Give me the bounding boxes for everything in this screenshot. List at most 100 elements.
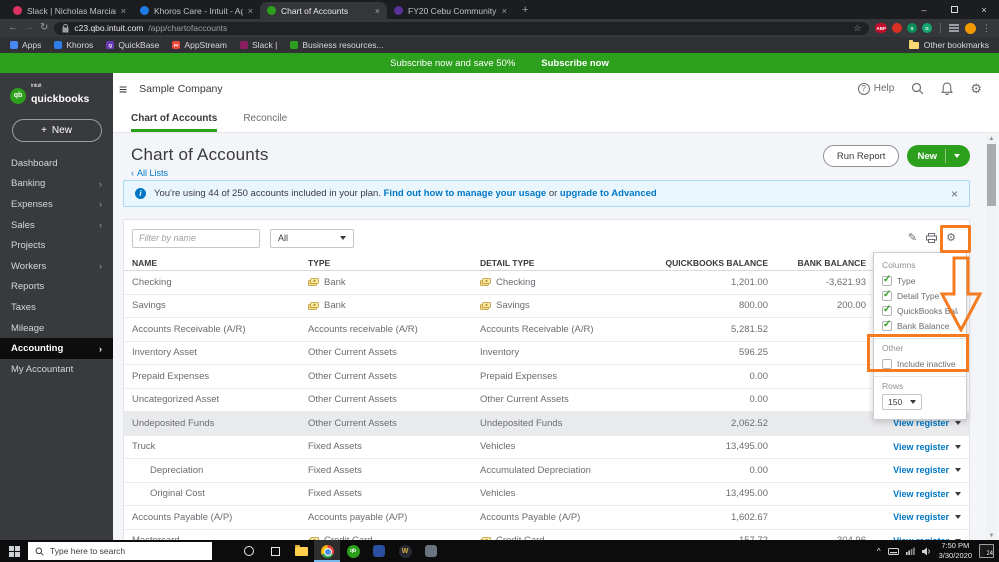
batch-edit-icon[interactable]: ✎ — [908, 232, 917, 244]
sidebar-item[interactable]: Mileage — [0, 318, 113, 339]
scroll-down-arrow[interactable]: ▼ — [989, 532, 995, 540]
bookmark-item[interactable]: Business resources... — [290, 40, 384, 50]
new-transaction-button[interactable]: + New — [11, 119, 102, 142]
action-center-icon[interactable]: 24 — [979, 544, 994, 558]
scroll-up-arrow[interactable]: ▲ — [989, 135, 995, 143]
browser-tab[interactable]: Khoros Care - Intuit - Agent Con × — [133, 2, 260, 19]
tab-close-icon[interactable]: × — [121, 6, 126, 16]
bookmark-star-icon[interactable]: ☆ — [853, 23, 861, 34]
table-row[interactable]: Accounts Receivable (A/R) Accounts recei… — [124, 318, 969, 342]
table-row[interactable]: Original Cost Fixed Assets Vehicles 13,4… — [124, 483, 969, 506]
forward-button[interactable]: → — [24, 23, 34, 33]
chrome-button[interactable] — [314, 540, 340, 562]
other-bookmarks-button[interactable]: Other bookmarks — [908, 39, 989, 50]
table-row[interactable]: Prepaid Expenses Other Current Assets Pr… — [124, 365, 969, 389]
sidebar-item[interactable]: Reports — [0, 277, 113, 298]
page-tab[interactable]: Reconcile — [243, 113, 287, 132]
view-register-link[interactable]: View register — [893, 442, 949, 452]
sidebar-item[interactable]: My Accountant — [0, 359, 113, 380]
discord-button[interactable] — [418, 540, 444, 562]
wow-button[interactable]: W — [392, 540, 418, 562]
type-filter-dropdown[interactable]: All — [270, 228, 354, 248]
window-maximize-button[interactable] — [939, 0, 969, 19]
checkbox[interactable]: ✓ — [882, 274, 892, 286]
column-header-bank-balance[interactable]: BANK BALANCE — [768, 258, 866, 268]
browser-tab[interactable]: Slack | Nicholas Marciano | Intui × — [6, 2, 133, 19]
new-account-button[interactable]: New — [907, 145, 970, 167]
chevron-down-icon[interactable] — [955, 444, 961, 449]
bookmark-item[interactable]: Q QuickBase — [106, 40, 159, 50]
bookmark-item[interactable]: Khoros — [54, 40, 93, 50]
extension-icon[interactable]: G — [922, 23, 932, 33]
sidebar-item[interactable]: Projects — [0, 235, 113, 256]
column-header-detail-type[interactable]: DETAIL TYPE — [472, 258, 648, 268]
back-button[interactable]: ← — [8, 23, 18, 33]
scrollbar-thumb[interactable] — [987, 144, 996, 206]
tray-expand-icon[interactable]: ^ — [877, 547, 881, 556]
profile-avatar[interactable] — [965, 22, 976, 34]
sidebar-item[interactable]: Sales › — [0, 215, 113, 236]
checkbox[interactable]: ✓ — [882, 289, 892, 301]
keyboard-icon[interactable] — [887, 547, 899, 555]
subscribe-now-link[interactable]: Subscribe now — [541, 58, 609, 69]
tab-close-icon[interactable]: × — [248, 6, 253, 16]
table-row[interactable]: Inventory Asset Other Current Assets Inv… — [124, 342, 969, 365]
chevron-down-icon[interactable] — [955, 515, 961, 520]
address-bar[interactable]: c23.qbo.intuit.com /app/chartofaccounts … — [54, 21, 870, 35]
filter-by-name-input[interactable] — [132, 228, 260, 248]
view-register-link[interactable]: View register — [893, 512, 949, 522]
bookmark-item[interactable]: Pr AppStream — [172, 40, 227, 50]
teams-button[interactable] — [366, 540, 392, 562]
notice-close-icon[interactable]: × — [951, 187, 958, 201]
window-minimize-button[interactable]: – — [909, 0, 939, 19]
browser-menu-icon[interactable]: ⋮ — [982, 23, 991, 34]
chevron-down-icon[interactable] — [955, 468, 961, 473]
sidebar-item[interactable]: Dashboard — [0, 153, 113, 174]
hamburger-menu-icon[interactable]: ≡ — [119, 81, 127, 97]
upgrade-link[interactable]: upgrade to Advanced — [560, 188, 657, 199]
checkbox[interactable]: ✓ — [882, 304, 892, 316]
sidebar-item[interactable]: Expenses › — [0, 194, 113, 215]
reload-button[interactable]: ↻ — [40, 23, 48, 33]
bookmark-item[interactable]: Slack | — [239, 40, 277, 50]
column-header-name[interactable]: NAME — [124, 258, 300, 268]
table-row[interactable]: Undeposited Funds Other Current Assets U… — [124, 412, 969, 436]
run-report-button[interactable]: Run Report — [822, 145, 900, 167]
volume-icon[interactable] — [921, 547, 932, 556]
sidebar-item[interactable]: Workers › — [0, 256, 113, 277]
table-row[interactable]: Savings Bank Savings 800.00 200.00 — [124, 295, 969, 318]
column-header-quickbooks-balance[interactable]: QUICKBOOKS BALANCE — [648, 258, 768, 268]
taskbar-search[interactable]: Type here to search — [28, 542, 212, 560]
help-button[interactable]: ? Help — [857, 82, 894, 95]
bookmark-item[interactable]: Apps — [10, 40, 41, 50]
table-row[interactable]: Depreciation Fixed Assets Accumulated De… — [124, 459, 969, 483]
file-explorer-button[interactable] — [288, 540, 314, 562]
view-register-link[interactable]: View register — [893, 489, 949, 499]
table-row[interactable]: Mastercard Credit Card Credit Card 157.7… — [124, 530, 969, 540]
notifications-bell-icon[interactable] — [941, 82, 954, 95]
sidebar-item[interactable]: Taxes — [0, 297, 113, 318]
sidebar-item[interactable]: Banking › — [0, 174, 113, 195]
table-row[interactable]: Accounts Payable (A/P) Accounts payable … — [124, 506, 969, 530]
window-close-button[interactable]: × — [969, 0, 999, 19]
checkbox[interactable]: ✓ — [882, 319, 892, 331]
chevron-down-icon[interactable] — [955, 421, 961, 426]
tab-close-icon[interactable]: × — [375, 6, 380, 16]
extension-icon[interactable]: ABP — [875, 23, 887, 33]
print-icon[interactable] — [926, 233, 938, 243]
browser-tab[interactable]: FY20 Cebu Community Team Tr... × — [387, 2, 514, 19]
browser-tab[interactable]: Chart of Accounts × — [260, 2, 387, 19]
new-tab-button[interactable]: + — [522, 4, 528, 16]
all-lists-link[interactable]: ‹ All Lists — [131, 168, 269, 178]
rows-per-page-dropdown[interactable]: 150 — [882, 394, 922, 410]
reading-list-icon[interactable] — [949, 24, 959, 32]
column-header-type[interactable]: TYPE — [300, 258, 472, 268]
quickbooks-button[interactable]: qb — [340, 540, 366, 562]
table-row[interactable]: Checking Bank Checking 1,201.00 -3,621.9… — [124, 271, 969, 295]
sidebar-item[interactable]: Accounting › — [0, 338, 113, 359]
chevron-down-icon[interactable] — [954, 154, 960, 158]
table-row[interactable]: Truck Fixed Assets Vehicles 13,495.00 Vi… — [124, 436, 969, 459]
network-icon[interactable] — [905, 547, 915, 555]
clock[interactable]: 7:50 PM 3/30/2020 — [939, 541, 972, 561]
task-view-button[interactable] — [262, 540, 288, 562]
